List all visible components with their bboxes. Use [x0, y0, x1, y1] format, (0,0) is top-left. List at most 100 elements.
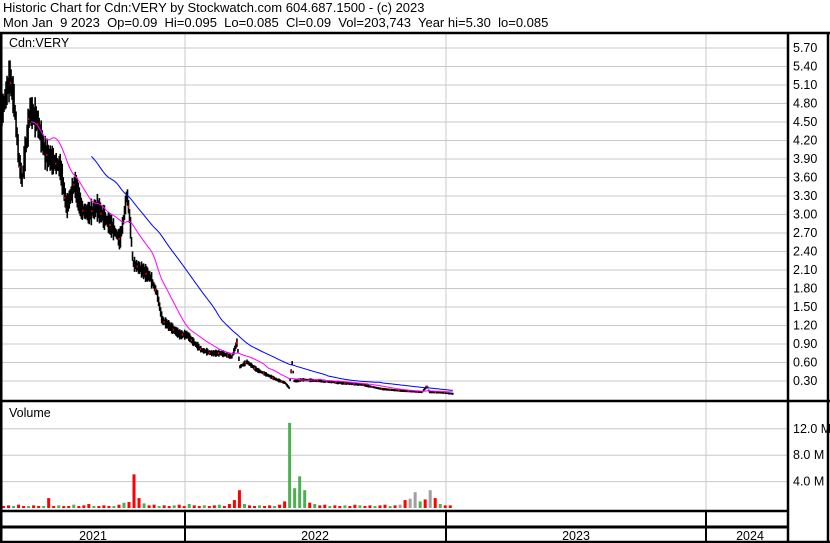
volume-bar — [232, 500, 236, 508]
volume-bar — [388, 506, 392, 508]
volume-tick-label: 12.0 M — [793, 422, 830, 436]
volume-bar — [177, 504, 181, 508]
volume-bar — [443, 505, 447, 508]
close-marker — [127, 205, 130, 208]
price-tick-label: 4.20 — [793, 133, 817, 147]
volume-bar — [157, 506, 161, 508]
volume-bar — [72, 504, 76, 508]
volume-bar — [323, 504, 327, 508]
volume-bar — [448, 505, 452, 508]
volume-bar — [363, 506, 367, 508]
volume-bar — [12, 506, 16, 508]
volume-bar — [117, 504, 121, 508]
volume-bar — [242, 504, 246, 508]
volume-bar — [398, 504, 402, 508]
volume-bar — [37, 506, 41, 508]
price-tick-label: 2.70 — [793, 226, 817, 240]
short-moving-average-line — [31, 121, 453, 393]
volume-bar — [433, 498, 437, 508]
grid-lines — [0, 34, 787, 510]
volume-bar — [187, 504, 191, 508]
volume-bar — [22, 506, 26, 508]
volume-bar — [222, 506, 226, 508]
volume-bar — [368, 505, 372, 508]
volume-bar — [127, 502, 131, 508]
volume-bar — [192, 505, 196, 508]
volume-bar — [137, 498, 141, 508]
price-tick-label: 4.80 — [793, 96, 817, 110]
volume-bar — [288, 422, 292, 508]
volume-bar — [237, 490, 241, 508]
volume-bar — [92, 506, 96, 508]
price-tick-label: 0.30 — [793, 374, 817, 388]
year-label: 2021 — [79, 529, 107, 543]
volume-bar — [373, 506, 377, 508]
volume-bar — [268, 505, 272, 508]
volume-bar — [318, 505, 322, 508]
volume-bar — [308, 502, 312, 508]
stock-chart: 0.30 0.60 0.90 1.20 1.50 1.80 2.10 2.40 2.70 3.00… — [0, 31, 830, 543]
volume-bar — [122, 502, 126, 508]
volume-panel-label: Volume — [9, 406, 51, 420]
price-tick-label: 4.50 — [793, 115, 817, 129]
price-tick-label: 2.40 — [793, 244, 817, 258]
price-panel-label: Cdn:VERY — [9, 36, 70, 50]
volume-bar — [383, 504, 387, 508]
volume-bar — [403, 500, 407, 508]
volume-bar — [162, 505, 166, 508]
price-tick-label: 0.60 — [793, 355, 817, 369]
volume-bar — [167, 506, 171, 508]
price-tick-label: 1.20 — [793, 318, 817, 332]
volume-bar — [132, 474, 136, 508]
volume-bar — [32, 505, 36, 508]
price-tick-label: 5.40 — [793, 59, 817, 73]
volume-bar — [378, 505, 382, 508]
volume-bar — [182, 506, 186, 508]
volume-bar — [428, 490, 432, 508]
volume-bar — [217, 504, 221, 508]
volume-bar — [263, 506, 267, 508]
volume-bar — [27, 506, 31, 508]
volume-bar — [423, 499, 427, 508]
volume-bar — [393, 505, 397, 508]
volume-bar — [408, 498, 412, 508]
close-marker — [235, 341, 238, 344]
volume-bar — [298, 476, 302, 508]
volume-bar — [87, 504, 91, 508]
volume-series — [2, 422, 452, 508]
volume-tick-label: 4.0 M — [793, 475, 824, 489]
volume-bar — [253, 506, 256, 508]
volume-bar — [202, 505, 206, 508]
price-series — [1, 60, 454, 395]
volume-bar — [418, 501, 422, 508]
price-tick-label: 5.70 — [793, 41, 817, 55]
close-marker — [290, 370, 293, 373]
volume-bar — [112, 506, 116, 508]
volume-tick-label: 8.0 M — [793, 448, 824, 462]
volume-bar — [152, 504, 156, 508]
year-label: 2024 — [736, 529, 764, 543]
volume-bar — [212, 505, 216, 508]
volume-bar — [17, 504, 21, 508]
volume-bar — [303, 490, 307, 508]
price-tick-label: 2.10 — [793, 263, 817, 277]
volume-bar — [438, 504, 442, 508]
volume-bar — [247, 505, 251, 508]
price-tick-label: 0.90 — [793, 337, 817, 351]
year-label: 2022 — [301, 529, 329, 543]
volume-bar — [197, 506, 201, 508]
volume-bar — [7, 505, 11, 508]
volume-bar — [273, 506, 277, 508]
volume-bar — [348, 506, 352, 508]
price-tick-label: 3.60 — [793, 170, 817, 184]
volume-bar — [333, 505, 337, 508]
volume-bar — [57, 505, 61, 508]
price-tick-label: 3.00 — [793, 207, 817, 221]
volume-bar — [52, 506, 56, 508]
volume-bar — [42, 506, 46, 508]
price-tick-label: 1.80 — [793, 281, 817, 295]
volume-bar — [328, 506, 332, 508]
price-tick-label: 3.90 — [793, 152, 817, 166]
price-tick-label: 1.50 — [793, 300, 817, 314]
volume-bar — [293, 488, 297, 508]
